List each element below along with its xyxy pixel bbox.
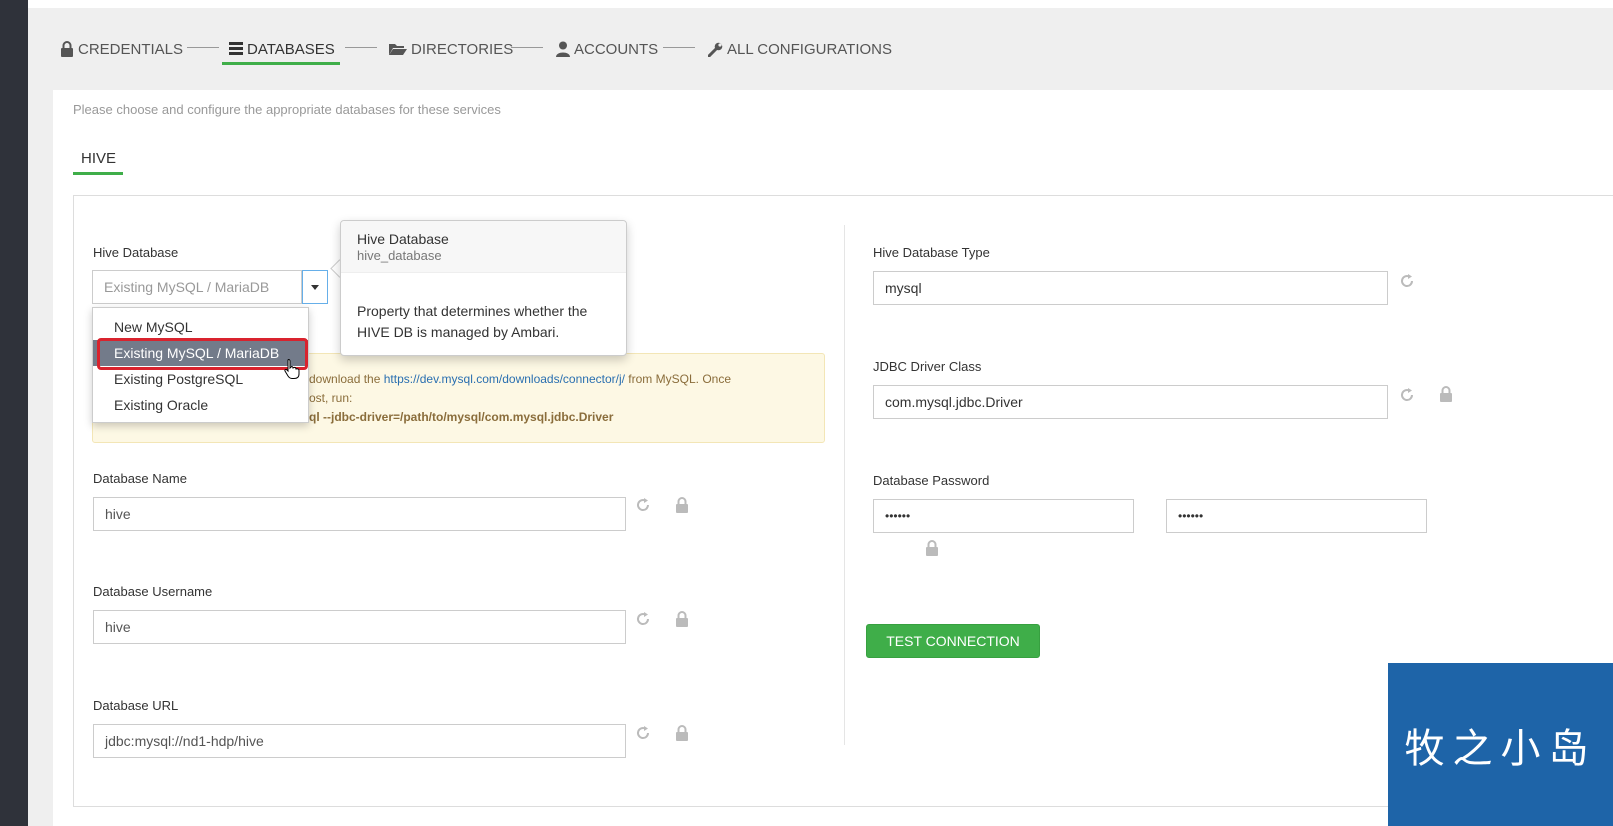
step-all-configurations[interactable]: ALL CONFIGURATIONS	[708, 37, 892, 61]
lock-icon	[675, 611, 689, 632]
step-credentials[interactable]: CREDENTIALS	[60, 37, 183, 61]
refresh-icon[interactable]	[1400, 388, 1414, 407]
folder-open-icon	[389, 44, 407, 55]
step-databases[interactable]: DATABASES	[229, 37, 335, 61]
caret-down-icon	[311, 284, 319, 290]
hive-database-type-value: mysql	[885, 280, 922, 296]
window-top-edge	[28, 0, 1613, 8]
step-label: DIRECTORIES	[411, 40, 514, 58]
column-divider	[844, 225, 845, 745]
jdbc-driver-class-value: com.mysql.jdbc.Driver	[885, 394, 1023, 410]
database-icon	[229, 42, 243, 55]
alert-command: ql --jdbc-driver=/path/to/mysql/com.mysq…	[309, 410, 614, 424]
hive-database-type-label: Hive Database Type	[873, 245, 990, 260]
active-step-underline	[222, 62, 340, 65]
database-username-input[interactable]: hive	[93, 610, 626, 644]
alert-line1-suffix: from MySQL. Once	[624, 372, 731, 386]
database-password-confirm-input[interactable]: ••••••	[1166, 499, 1427, 533]
step-connector	[345, 47, 377, 48]
database-name-label: Database Name	[93, 471, 187, 486]
database-password-value: ••••••	[885, 509, 911, 523]
tooltip-header: Hive Database hive_database	[341, 221, 626, 273]
watermark-logo: 牧之小岛	[1388, 663, 1613, 826]
database-url-value: jdbc:mysql://nd1-hdp/hive	[105, 733, 264, 749]
window-left-bar	[0, 0, 28, 826]
hive-database-selected-value: Existing MySQL / MariaDB	[104, 279, 270, 295]
selection-highlight-box	[97, 338, 308, 370]
step-label: ACCOUNTS	[574, 40, 659, 58]
step-label: DATABASES	[247, 40, 335, 58]
option-new-mysql[interactable]: New MySQL	[93, 314, 308, 340]
hive-database-tooltip: Hive Database hive_database Property tha…	[340, 220, 627, 356]
mysql-connector-link[interactable]: https://dev.mysql.com/downloads/connecto…	[384, 372, 625, 386]
database-username-value: hive	[105, 619, 131, 635]
step-label: ALL CONFIGURATIONS	[727, 40, 893, 58]
hive-database-dropdown-toggle[interactable]	[302, 270, 328, 304]
hive-database-label: Hive Database	[93, 245, 179, 260]
jdbc-driver-class-input[interactable]: com.mysql.jdbc.Driver	[873, 385, 1388, 419]
database-password-label: Database Password	[873, 473, 990, 488]
tooltip-description-1: Property that determines whether the	[357, 303, 588, 319]
lock-icon	[1439, 386, 1453, 407]
database-name-value: hive	[105, 506, 131, 522]
database-name-input[interactable]: hive	[93, 497, 626, 531]
lock-icon	[61, 41, 73, 57]
alert-line1-text: download the	[309, 372, 384, 386]
watermark-text: 牧之小岛	[1404, 725, 1597, 772]
hive-database-type-input[interactable]: mysql	[873, 271, 1388, 305]
refresh-icon[interactable]	[636, 726, 650, 745]
refresh-icon[interactable]	[1400, 274, 1414, 293]
lock-icon	[675, 497, 689, 518]
tooltip-property-name: hive_database	[357, 248, 442, 263]
database-url-input[interactable]: jdbc:mysql://nd1-hdp/hive	[93, 724, 626, 758]
database-password-input[interactable]: ••••••	[873, 499, 1134, 533]
tab-hive-underline	[73, 172, 123, 175]
lock-icon	[925, 540, 939, 561]
wrench-icon	[708, 42, 723, 57]
tab-hive[interactable]: HIVE	[81, 150, 116, 167]
lock-icon	[675, 725, 689, 746]
database-username-label: Database Username	[93, 584, 213, 599]
step-connector	[511, 47, 543, 48]
hand-cursor-icon	[284, 359, 300, 379]
tooltip-description-2: HIVE DB is managed by Ambari.	[357, 324, 560, 340]
page-subtitle: Please choose and configure the appropri…	[73, 102, 501, 117]
database-password-confirm-value: ••••••	[1178, 509, 1204, 523]
hive-database-select[interactable]: Existing MySQL / MariaDB	[92, 270, 302, 304]
option-existing-oracle[interactable]: Existing Oracle	[93, 392, 308, 418]
user-icon	[556, 41, 570, 57]
refresh-icon[interactable]	[636, 612, 650, 631]
refresh-icon[interactable]	[636, 498, 650, 517]
jdbc-driver-class-label: JDBC Driver Class	[873, 359, 982, 374]
step-connector	[663, 47, 695, 48]
step-directories[interactable]: DIRECTORIES	[389, 37, 513, 61]
alert-line2: ost, run:	[309, 391, 353, 405]
step-accounts[interactable]: ACCOUNTS	[556, 37, 658, 61]
step-connector	[187, 47, 219, 48]
test-connection-button[interactable]: TEST CONNECTION	[866, 624, 1040, 658]
tooltip-title: Hive Database	[357, 231, 449, 247]
database-url-label: Database URL	[93, 698, 179, 713]
step-label: CREDENTIALS	[78, 40, 184, 58]
